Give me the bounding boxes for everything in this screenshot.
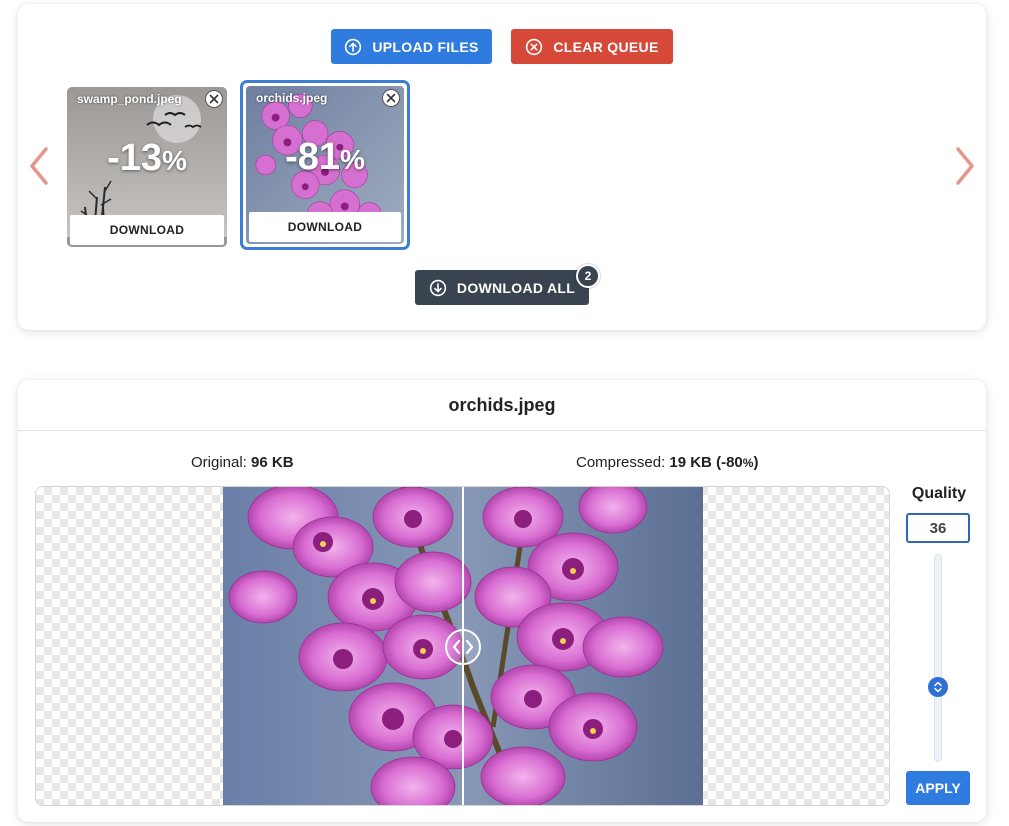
quality-slider-track[interactable] [934,554,942,762]
upload-files-label: UPLOAD FILES [372,38,479,55]
compression-percent: -81% [285,136,365,178]
original-size-label: Original: 96 KB [191,454,294,471]
compressed-size-value: 19 KB (-80%) [669,454,759,471]
upload-files-button[interactable]: UPLOAD FILES [331,29,492,64]
before-after-viewer[interactable] [35,486,890,806]
arrow-up-circle-icon [345,38,362,55]
download-all-button[interactable]: DOWNLOAD ALL [415,270,589,305]
download-button[interactable]: DOWNLOAD [70,215,224,245]
chevrons-left-right-icon [452,639,474,655]
comparison-panel: orchids.jpeg Original: 96 KB Compressed:… [18,380,986,822]
quality-label: Quality [911,485,967,502]
chevron-left-icon[interactable] [26,144,52,188]
apply-button[interactable]: APPLY [906,771,970,805]
download-count-badge: 2 [576,264,600,288]
chevrons-up-down-icon [934,681,942,693]
clear-queue-button[interactable]: CLEAR QUEUE [511,29,673,64]
quality-input[interactable] [906,513,970,543]
remove-file-button[interactable] [205,90,223,108]
comparison-slider-handle[interactable] [445,629,481,665]
arrow-down-circle-icon [429,279,447,296]
queue-thumbnail[interactable]: swamp_pond.jpeg -13% DOWNLOAD [67,87,227,247]
compression-percent: -13% [107,137,187,179]
close-icon [209,94,219,104]
queue-thumbnail-selected[interactable]: orchids.jpeg -81% DOWNLOAD [240,80,410,250]
download-all-label: DOWNLOAD ALL [456,279,576,296]
download-button[interactable]: DOWNLOAD [249,212,401,242]
remove-file-button[interactable] [382,89,400,107]
clear-queue-label: CLEAR QUEUE [553,38,659,55]
chevron-right-icon[interactable] [952,144,978,188]
upload-queue-panel: UPLOAD FILES CLEAR QUEUE swamp_pond.jpeg… [18,4,986,330]
close-icon [386,93,396,103]
thumbnail-filename: orchids.jpeg [256,91,328,105]
original-size-value: 96 KB [251,454,294,471]
quality-slider-thumb[interactable] [928,677,948,698]
compressed-size-label: Compressed: 19 KB (-80%) [576,454,759,471]
x-circle-icon [526,38,543,55]
comparison-title: orchids.jpeg [18,380,986,431]
thumbnail-filename: swamp_pond.jpeg [77,92,182,106]
